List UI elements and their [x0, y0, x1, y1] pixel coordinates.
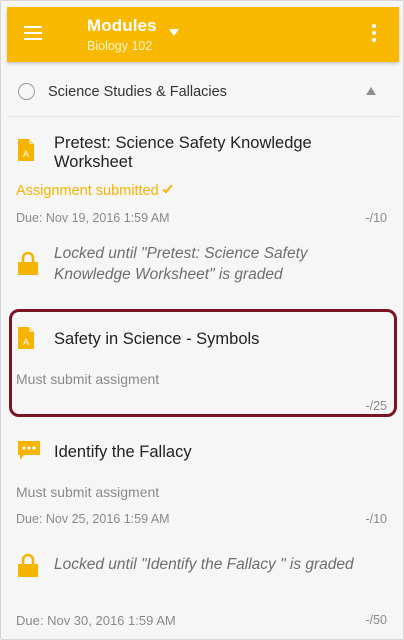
module-name: Science Studies & Fallacies [48, 84, 227, 100]
locked-text: Locked until "Identify the Fallacy " is … [54, 556, 354, 573]
module-item-locked: Locked until "Pretest: Science Safety Kn… [7, 241, 399, 301]
module-item-identify-fallacy[interactable]: Identify the Fallacy Must submit assigme… [7, 431, 399, 531]
due-date: Due: Nov 30, 2016 1:59 AM [16, 613, 176, 628]
lock-icon [18, 553, 38, 577]
course-name[interactable]: Biology 102 [87, 39, 152, 53]
requirement-text: Must submit assigment [16, 484, 160, 500]
discussion-icon [18, 441, 40, 460]
locked-text: Locked until "Pretest: Science Safety [54, 245, 308, 262]
due-date: Due: Nov 19, 2016 1:59 AM [16, 211, 170, 225]
points: -/10 [365, 211, 387, 225]
page-title: Modules [87, 16, 157, 35]
due-date: Due: Nov 25, 2016 1:59 AM [16, 512, 170, 526]
item-title: Identify the Fallacy [54, 443, 192, 461]
svg-text:A: A [23, 149, 29, 159]
module-header[interactable]: Science Studies & Fallacies [7, 67, 399, 117]
module-item-partial[interactable]: Due: Nov 30, 2016 1:59 AM -/50 [7, 609, 399, 633]
collapse-caret-icon[interactable] [366, 87, 376, 95]
item-title-line2: Worksheet [54, 153, 133, 171]
item-title: Pretest: Science Safety Knowledge [54, 134, 312, 152]
points: -/50 [365, 613, 387, 627]
assignment-icon: A [18, 139, 34, 161]
module-status-radio-icon [18, 83, 35, 100]
locked-text-line2: Knowledge Worksheet" is graded [54, 266, 283, 283]
module-item-pretest[interactable]: A Pretest: Science Safety Knowledge Work… [7, 119, 399, 229]
app-bar: Modules Biology 102 [7, 7, 399, 62]
status-submitted: Assignment submitted [16, 182, 173, 199]
hamburger-menu-icon[interactable] [24, 26, 42, 40]
overflow-menu-icon[interactable] [372, 24, 376, 42]
highlight-box [9, 309, 397, 417]
app-frame: Modules Biology 102 Science Studies & Fa… [0, 0, 404, 640]
course-dropdown-icon[interactable] [169, 29, 179, 36]
module-item-locked: Locked until "Identify the Fallacy " is … [7, 545, 399, 585]
checkmark-icon [162, 182, 173, 194]
points: -/10 [365, 512, 387, 526]
lock-icon [18, 251, 38, 275]
